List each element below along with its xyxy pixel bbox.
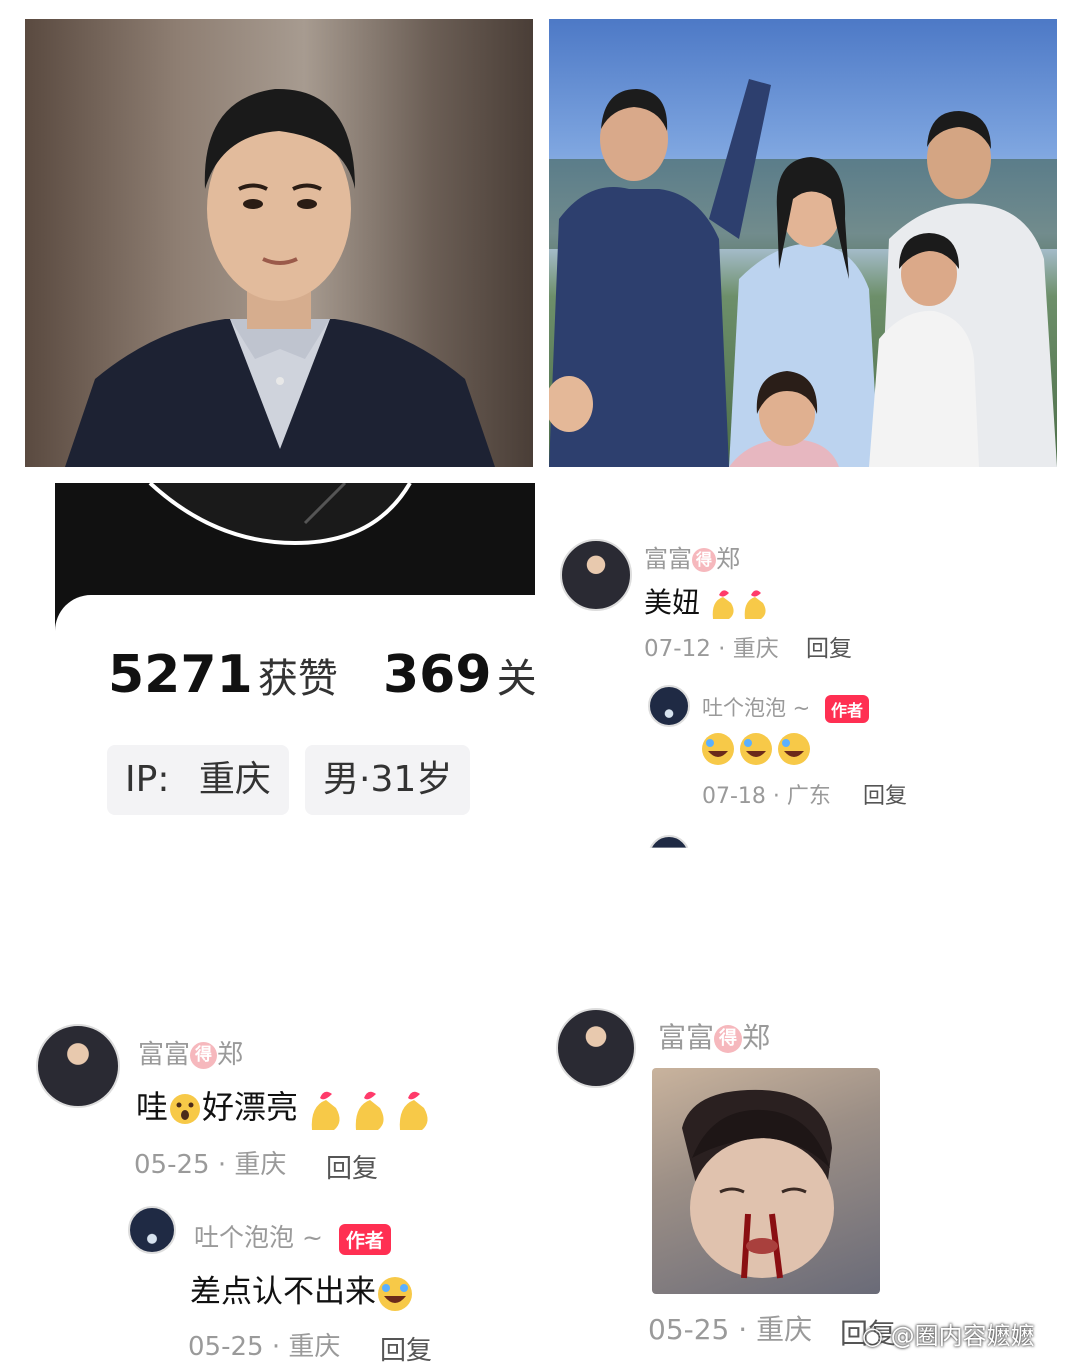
family-photo (549, 19, 1057, 467)
reply-meta: 05-25 · 重庆 (188, 1332, 341, 1362)
reply-username-text: 吐个泡泡 ~ (194, 1223, 323, 1252)
comment-text: 哇好漂亮 (136, 1082, 438, 1132)
following-count: 369 (383, 645, 492, 705)
following-label: 关 (496, 656, 537, 702)
portrait-photo (25, 19, 533, 467)
ip-label: IP: (125, 759, 170, 800)
reply-avatar[interactable] (128, 1206, 176, 1254)
comment-location: 重庆 (732, 636, 779, 662)
gender-age: 男·31岁 (323, 759, 453, 800)
next-comment-avatar-cropped (648, 835, 690, 848)
comment-meta: 05-25 · 重庆 (648, 1313, 813, 1346)
watermark-text: @圈内容嬷嬷 (890, 1322, 1035, 1350)
username-part-a: 富富 (138, 1040, 191, 1070)
following-stat[interactable]: 369 关 (383, 645, 537, 705)
meme-illustration (682, 1089, 834, 1279)
reply-avatar[interactable] (648, 685, 690, 727)
reply-username[interactable]: 吐个泡泡 ~ 作者 (702, 692, 869, 723)
comment-username[interactable]: 富富得郑 (138, 1034, 243, 1071)
family-illustration (549, 79, 1057, 467)
avatar[interactable] (36, 1024, 120, 1108)
ip-tag: IP: 重庆 (107, 745, 289, 815)
reply-location: 重庆 (288, 1332, 341, 1362)
profile-card: 5271 获赞 369 关 IP: 重庆 男·31岁 (55, 481, 537, 855)
reply-location: 广东 (786, 784, 831, 809)
comment-meta: 07-12 · 重庆 (644, 636, 779, 662)
comment-text: 美妞 (644, 581, 773, 621)
username-part-b: 郑 (716, 545, 740, 573)
comment-image-meme[interactable] (652, 1068, 880, 1294)
avatar[interactable] (556, 1008, 636, 1088)
author-badge: 作者 (338, 1223, 391, 1255)
reply-username[interactable]: 吐个泡泡 ~ 作者 (194, 1218, 391, 1255)
profile-stats-panel: 5271 获赞 369 关 (55, 595, 537, 855)
watermark: ◉ @圈内容嬷嬷 (862, 1316, 1035, 1351)
reply-body: 差点认不出来 (190, 1274, 376, 1310)
likes-label: 获赞 (257, 656, 338, 702)
author-badge: 作者 (824, 695, 869, 723)
username-badge: 得 (692, 548, 716, 572)
reply-button[interactable]: 回复 (326, 1148, 378, 1185)
comment-date: 05-25 (134, 1150, 210, 1180)
username-part-b: 郑 (217, 1040, 244, 1070)
likes-count: 5271 (108, 645, 253, 705)
reply-reply-button[interactable]: 回复 (863, 778, 907, 810)
reply-meta: 07-18 · 广东 (702, 784, 831, 809)
surprised-emoji (170, 1094, 201, 1124)
comment-username[interactable]: 富富得郑 (658, 1016, 770, 1056)
username-badge: 得 (714, 1025, 743, 1053)
comment-body-a: 哇 (136, 1088, 169, 1126)
portrait-illustration (65, 88, 495, 467)
comment-body-b: 好漂亮 (202, 1088, 299, 1126)
reply-button[interactable]: 回复 (806, 629, 852, 663)
comment-thread-bottom-left: 富富得郑 哇好漂亮 05-25 · 重庆 回复 吐个泡泡 ~ 作者 差点认不出来… (30, 1020, 530, 1366)
comment-username[interactable]: 富富得郑 (644, 539, 740, 574)
rofl-emoji-row (702, 733, 810, 765)
reply-text: 差点认不出来 (190, 1266, 414, 1313)
finger-heart-emoji (311, 1091, 428, 1130)
comment-body: 美妞 (644, 586, 701, 619)
avatar[interactable] (560, 539, 632, 611)
likes-stat: 5271 获赞 (108, 645, 338, 705)
finger-heart-emoji (712, 590, 766, 619)
ip-location: 重庆 (198, 759, 271, 800)
gender-age-tag: 男·31岁 (305, 745, 471, 815)
weibo-icon: ◉ (862, 1322, 883, 1350)
reply-reply-button[interactable]: 回复 (380, 1330, 432, 1367)
comment-thread-top: 富富得郑 美妞 07-12 · 重庆 回复 吐个泡泡 ~ 作者 07-18 · … (556, 535, 1056, 850)
username-badge: 得 (190, 1042, 218, 1069)
username-part-a: 富富 (658, 1021, 715, 1054)
comment-location: 重庆 (234, 1150, 287, 1180)
comment-meta: 05-25 · 重庆 (134, 1150, 287, 1180)
comment-date: 07-12 (644, 636, 711, 662)
username-part-a: 富富 (644, 545, 692, 573)
comment-location: 重庆 (756, 1313, 813, 1346)
rofl-emoji (378, 1276, 412, 1311)
reply-date: 07-18 (702, 784, 766, 809)
comment-date: 05-25 (648, 1313, 730, 1346)
comment-thread-bottom-right: 富富得郑 05-25 · 重庆 回复 (552, 1004, 1080, 1359)
reply-date: 05-25 (188, 1332, 264, 1362)
username-part-b: 郑 (742, 1021, 771, 1054)
reply-username-text: 吐个泡泡 ~ (702, 696, 811, 720)
